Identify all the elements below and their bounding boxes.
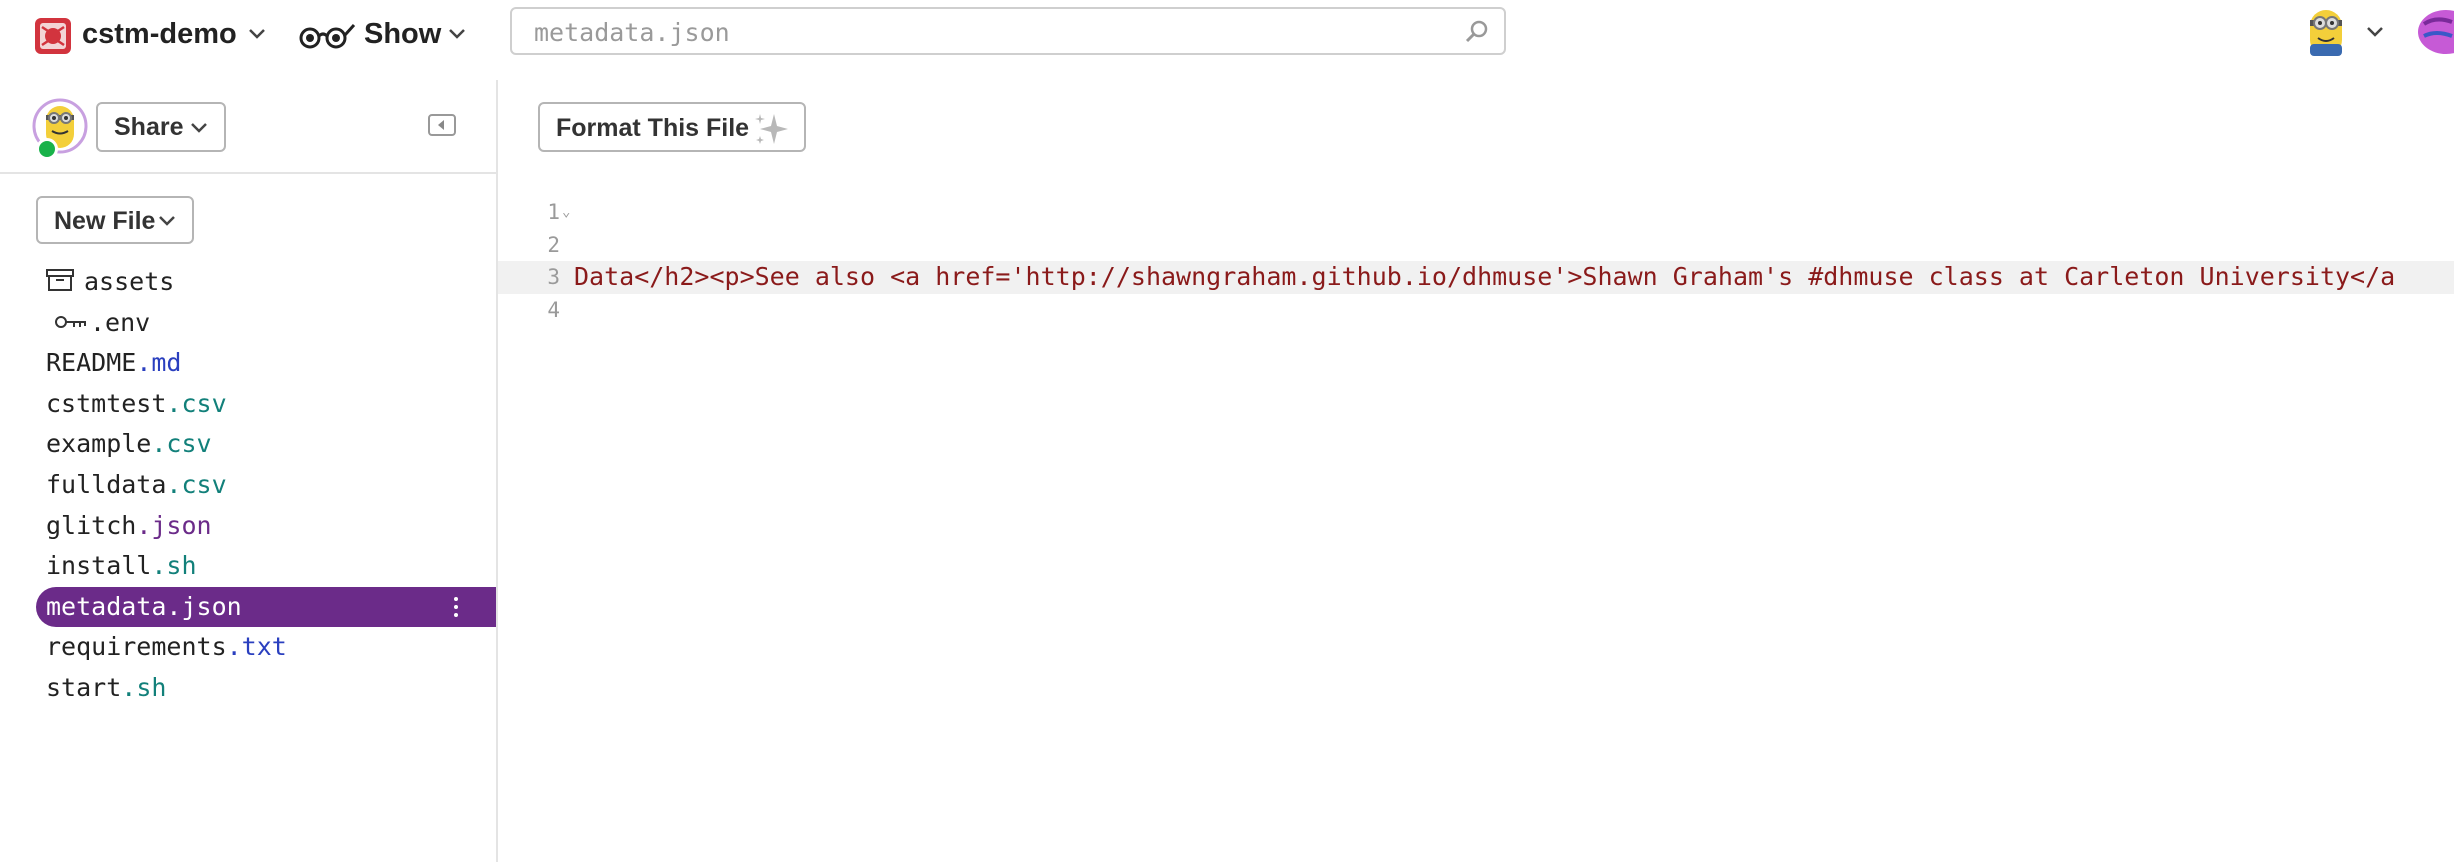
sparkle-icon <box>755 114 788 144</box>
chevron-down-icon <box>191 123 207 133</box>
file-name: requirements <box>46 632 227 662</box>
editor-pane: Format This File 1 ⌄ 2 3 Data</h2><p>See… <box>498 80 2454 862</box>
file-extension: .sh <box>121 672 167 702</box>
project-name: cstm-demo <box>82 18 237 50</box>
file-extension: .csv <box>151 429 212 459</box>
user-menu[interactable] <box>2300 6 2390 62</box>
new-file-label: New File <box>54 207 156 235</box>
show-label: Show <box>364 18 442 50</box>
sidebar-header: Share <box>0 80 496 174</box>
online-status-indicator <box>36 138 58 160</box>
file-name: glitch <box>46 510 137 540</box>
code-line[interactable]: 4 <box>498 294 2454 327</box>
collapse-icon <box>438 120 444 130</box>
file-name: example <box>46 429 152 459</box>
project-logo-icon[interactable] <box>34 17 72 55</box>
code-line[interactable]: 1 ⌄ <box>498 196 2454 229</box>
search-bar <box>510 7 1506 55</box>
file-name: README <box>46 348 137 378</box>
search-input[interactable] <box>532 15 1456 49</box>
line-number: 2 <box>547 232 560 257</box>
file-item-example[interactable]: example.csv <box>36 424 496 465</box>
line-number: 3 <box>547 265 560 290</box>
code-line[interactable]: 2 <box>498 229 2454 262</box>
file-item-readme[interactable]: README.md <box>36 343 496 384</box>
file-name: .env <box>90 307 151 337</box>
file-name: assets <box>84 267 175 296</box>
collaborator-avatar-icon[interactable] <box>2416 6 2454 58</box>
line-number: 4 <box>547 297 560 322</box>
search-icon[interactable] <box>1464 19 1490 45</box>
folder-icon <box>46 269 74 291</box>
file-item-install[interactable]: install.sh <box>36 546 496 587</box>
top-header: cstm-demo Show <box>0 0 2454 82</box>
file-extension: .sh <box>151 551 197 581</box>
file-item-cstmtest[interactable]: cstmtest.csv <box>36 384 496 425</box>
file-extension: .csv <box>166 388 227 418</box>
file-extension: .md <box>136 348 182 378</box>
fold-toggle-icon[interactable]: ⌄ <box>562 196 570 228</box>
file-item-start[interactable]: start.sh <box>36 668 496 709</box>
format-file-button[interactable]: Format This File <box>538 102 806 152</box>
file-item-metadata[interactable]: metadata.json <box>36 586 496 628</box>
file-name: cstmtest <box>46 388 167 418</box>
file-name: fulldata <box>46 469 167 499</box>
file-name: start <box>46 672 122 702</box>
file-name: metadata <box>46 591 167 621</box>
file-name: install <box>46 551 152 581</box>
file-extension: .csv <box>166 469 227 499</box>
new-file-button[interactable]: New File <box>36 196 194 244</box>
code-text: Data</h2><p>See also <a href='http://sha… <box>574 262 2396 292</box>
file-item-assets[interactable]: assets <box>36 262 496 303</box>
file-extension: .json <box>166 591 242 621</box>
show-menu-button[interactable]: Show <box>296 14 476 54</box>
glasses-icon <box>299 23 356 49</box>
chevron-down-icon <box>449 29 465 39</box>
file-item-glitch[interactable]: glitch.json <box>36 506 496 547</box>
line-number: 1 <box>547 200 560 224</box>
format-file-label: Format This File <box>556 114 750 142</box>
chevron-down-icon[interactable] <box>248 28 266 40</box>
chevron-down-icon <box>2367 27 2383 37</box>
file-tree: assets .env README.md cstmtest.csv examp… <box>36 262 496 709</box>
code-line-current[interactable]: 3 Data</h2><p>See also <a href='http://s… <box>498 261 2454 294</box>
chevron-down-icon <box>159 216 175 226</box>
file-item-env[interactable]: .env <box>36 303 496 344</box>
file-extension: .json <box>136 510 212 540</box>
code-editor[interactable]: 1 ⌄ 2 3 Data</h2><p>See also <a href='ht… <box>498 196 2454 326</box>
share-button[interactable]: Share <box>96 102 226 152</box>
file-item-requirements[interactable]: requirements.txt <box>36 627 496 668</box>
share-label: Share <box>114 113 184 141</box>
collapse-sidebar-button[interactable] <box>428 114 456 136</box>
kebab-icon[interactable] <box>454 595 460 621</box>
file-extension: .txt <box>226 632 287 662</box>
sidebar: Share New File assets .env README.md cst… <box>0 80 498 862</box>
avatar-icon <box>2310 10 2342 56</box>
file-item-fulldata[interactable]: fulldata.csv <box>36 465 496 506</box>
project-name-menu[interactable]: cstm-demo <box>82 14 237 54</box>
key-icon <box>55 315 86 328</box>
